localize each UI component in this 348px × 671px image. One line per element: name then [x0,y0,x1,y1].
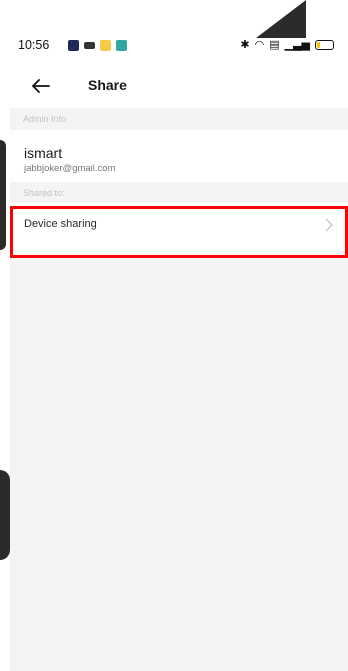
admin-email: jabbjoker@gmail.com [24,163,116,174]
app-bar: Share [0,66,348,106]
chat-app-icon [116,40,127,51]
battery-icon [315,39,334,50]
device-sharing-label: Device sharing [24,218,97,230]
chevron-right-icon [325,218,333,232]
camera-icon [84,42,95,49]
admin-name: ismart [24,145,63,161]
page-title: Share [88,77,127,93]
wifi-icon: ◠ [254,39,265,51]
status-time: 10:56 [18,38,50,52]
back-arrow-icon [32,79,50,93]
decor-shape-top [256,0,306,38]
admin-info-label: Admin Info [23,114,67,124]
share-content: Admin Info ismart jabbjoker@gmail.com Sh… [10,108,348,671]
device-sharing-row[interactable]: Device sharing [10,203,348,251]
admin-card: ismart jabbjoker@gmail.com [10,130,348,182]
status-bar: 10:56 ✱ ◠ ▤ ▁▃▅ [0,36,348,56]
v-app-icon [68,40,79,51]
signal-icon: ▁▃▅ [284,39,310,51]
data-icon: ▤ [269,39,280,51]
shared-to-label: Shared to: [23,188,65,198]
bluetooth-icon: ✱ [240,39,250,51]
status-indicators: ✱ ◠ ▤ ▁▃▅ [240,38,334,51]
back-button[interactable] [28,74,54,98]
decor-shape-left-top [0,140,6,250]
email-app-icon [100,40,111,51]
notification-icons [68,40,127,51]
decor-shape-left-bottom [0,470,10,560]
